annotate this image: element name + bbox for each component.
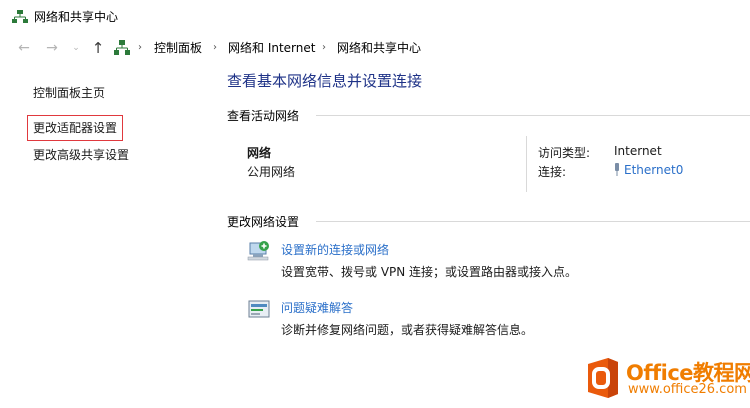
connection-label: 连接: (538, 165, 567, 179)
network-name: 网络 (247, 146, 272, 160)
vertical-divider (526, 136, 527, 192)
new-connection-icon (247, 239, 271, 267)
page-title: 查看基本网络信息并设置连接 (227, 72, 423, 90)
back-arrow-icon[interactable]: ← (16, 40, 32, 56)
control-panel-icon (114, 40, 130, 62)
sidebar-item-adapter-settings[interactable]: 更改适配器设置 (27, 115, 124, 141)
troubleshoot-desc: 诊断并修复网络问题，或者获得疑难解答信息。 (281, 323, 534, 337)
window-title: 网络和共享中心 (34, 10, 119, 24)
network-center-icon (12, 9, 28, 28)
title-bar: 网络和共享中心 (0, 0, 750, 32)
ethernet-icon (615, 163, 619, 176)
forward-arrow-icon[interactable]: → (44, 40, 60, 56)
setup-connection-desc: 设置宽带、拨号或 VPN 连接；或设置路由器或接入点。 (281, 265, 578, 279)
breadcrumb-separator-icon[interactable]: › (322, 38, 326, 58)
ethernet-link-label[interactable]: Ethernet0 (624, 163, 683, 177)
section-divider (316, 221, 750, 222)
address-box[interactable]: › 控制面板 › 网络和 Internet › 网络和共享中心 (110, 38, 740, 58)
watermark-url: www.office26.com (628, 382, 747, 397)
active-networks-heading: 查看活动网络 (227, 109, 300, 123)
troubleshoot-link[interactable]: 问题疑难解答 (281, 299, 353, 316)
up-arrow-icon[interactable]: ↑ (90, 40, 106, 56)
access-type-label: 访问类型: (538, 146, 591, 160)
setup-connection-link[interactable]: 设置新的连接或网络 (281, 241, 389, 258)
left-pane: 控制面板主页 更改适配器设置 更改高级共享设置 (0, 64, 210, 408)
navigation-bar: ← → ⌄ ↑ › 控制面板 › 网络和 Internet › 网络和共享中心 (0, 32, 750, 64)
breadcrumb-separator-icon[interactable]: › (138, 38, 142, 58)
breadcrumb-sharing-center[interactable]: 网络和共享中心 (337, 38, 421, 58)
section-divider (316, 115, 750, 116)
breadcrumb-control-panel[interactable]: 控制面板 (154, 38, 202, 58)
sidebar-item-advanced-sharing[interactable]: 更改高级共享设置 (33, 146, 129, 163)
ethernet-link[interactable]: Ethernet0 (614, 163, 683, 177)
breadcrumb-network-internet[interactable]: 网络和 Internet (228, 38, 315, 58)
office-logo-icon (584, 356, 622, 404)
change-settings-heading: 更改网络设置 (227, 215, 300, 229)
troubleshoot-icon (247, 298, 271, 326)
breadcrumb-separator-icon[interactable]: › (213, 38, 217, 58)
access-type-value: Internet (614, 144, 662, 158)
sidebar-item-home[interactable]: 控制面板主页 (33, 84, 105, 101)
network-type[interactable]: 公用网络 (247, 163, 295, 180)
watermark: Office教程网 www.office26.com (580, 352, 750, 404)
recent-dropdown-icon[interactable]: ⌄ (68, 40, 84, 56)
